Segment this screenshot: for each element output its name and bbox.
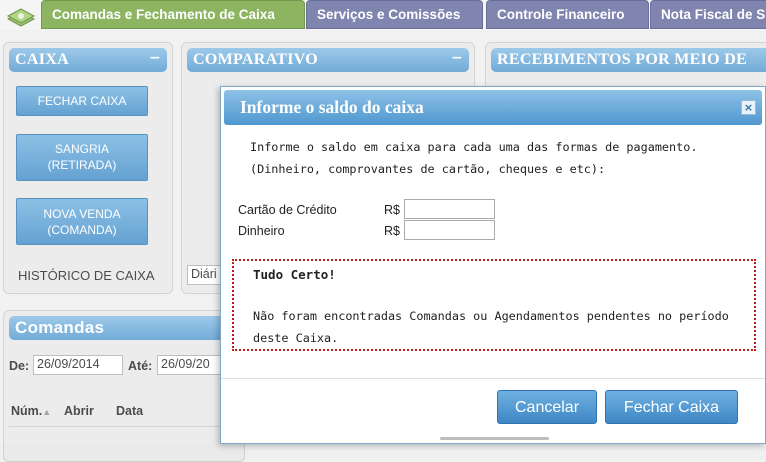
dialog-header: Informe o saldo do caixa × (224, 90, 762, 125)
horizontal-scrollbar[interactable] (440, 437, 549, 440)
alert-message: Não foram encontradas Comandas ou Agenda… (253, 309, 729, 345)
close-icon[interactable]: × (741, 100, 756, 115)
dialog-divider (221, 378, 765, 379)
alert-title: Tudo Certo! (253, 267, 336, 282)
dialog-instructions: Informe o saldo em caixa para cada uma d… (250, 140, 698, 176)
saldo-caixa-dialog: Informe o saldo do caixa × Informe o sal… (220, 86, 766, 444)
fechar-caixa-confirm-button[interactable]: Fechar Caixa (605, 390, 738, 424)
dinheiro-label: Dinheiro (238, 224, 285, 238)
dinheiro-input[interactable] (404, 220, 495, 240)
status-alert: Tudo Certo! Não foram encontradas Comand… (232, 259, 756, 351)
cartao-credito-input[interactable] (404, 199, 495, 219)
cancel-button[interactable]: Cancelar (497, 390, 597, 424)
currency-label: R$ (384, 224, 400, 238)
currency-label: R$ (384, 203, 400, 217)
dialog-title: Informe o saldo do caixa (240, 97, 424, 117)
cartao-credito-label: Cartão de Crédito (238, 203, 337, 217)
